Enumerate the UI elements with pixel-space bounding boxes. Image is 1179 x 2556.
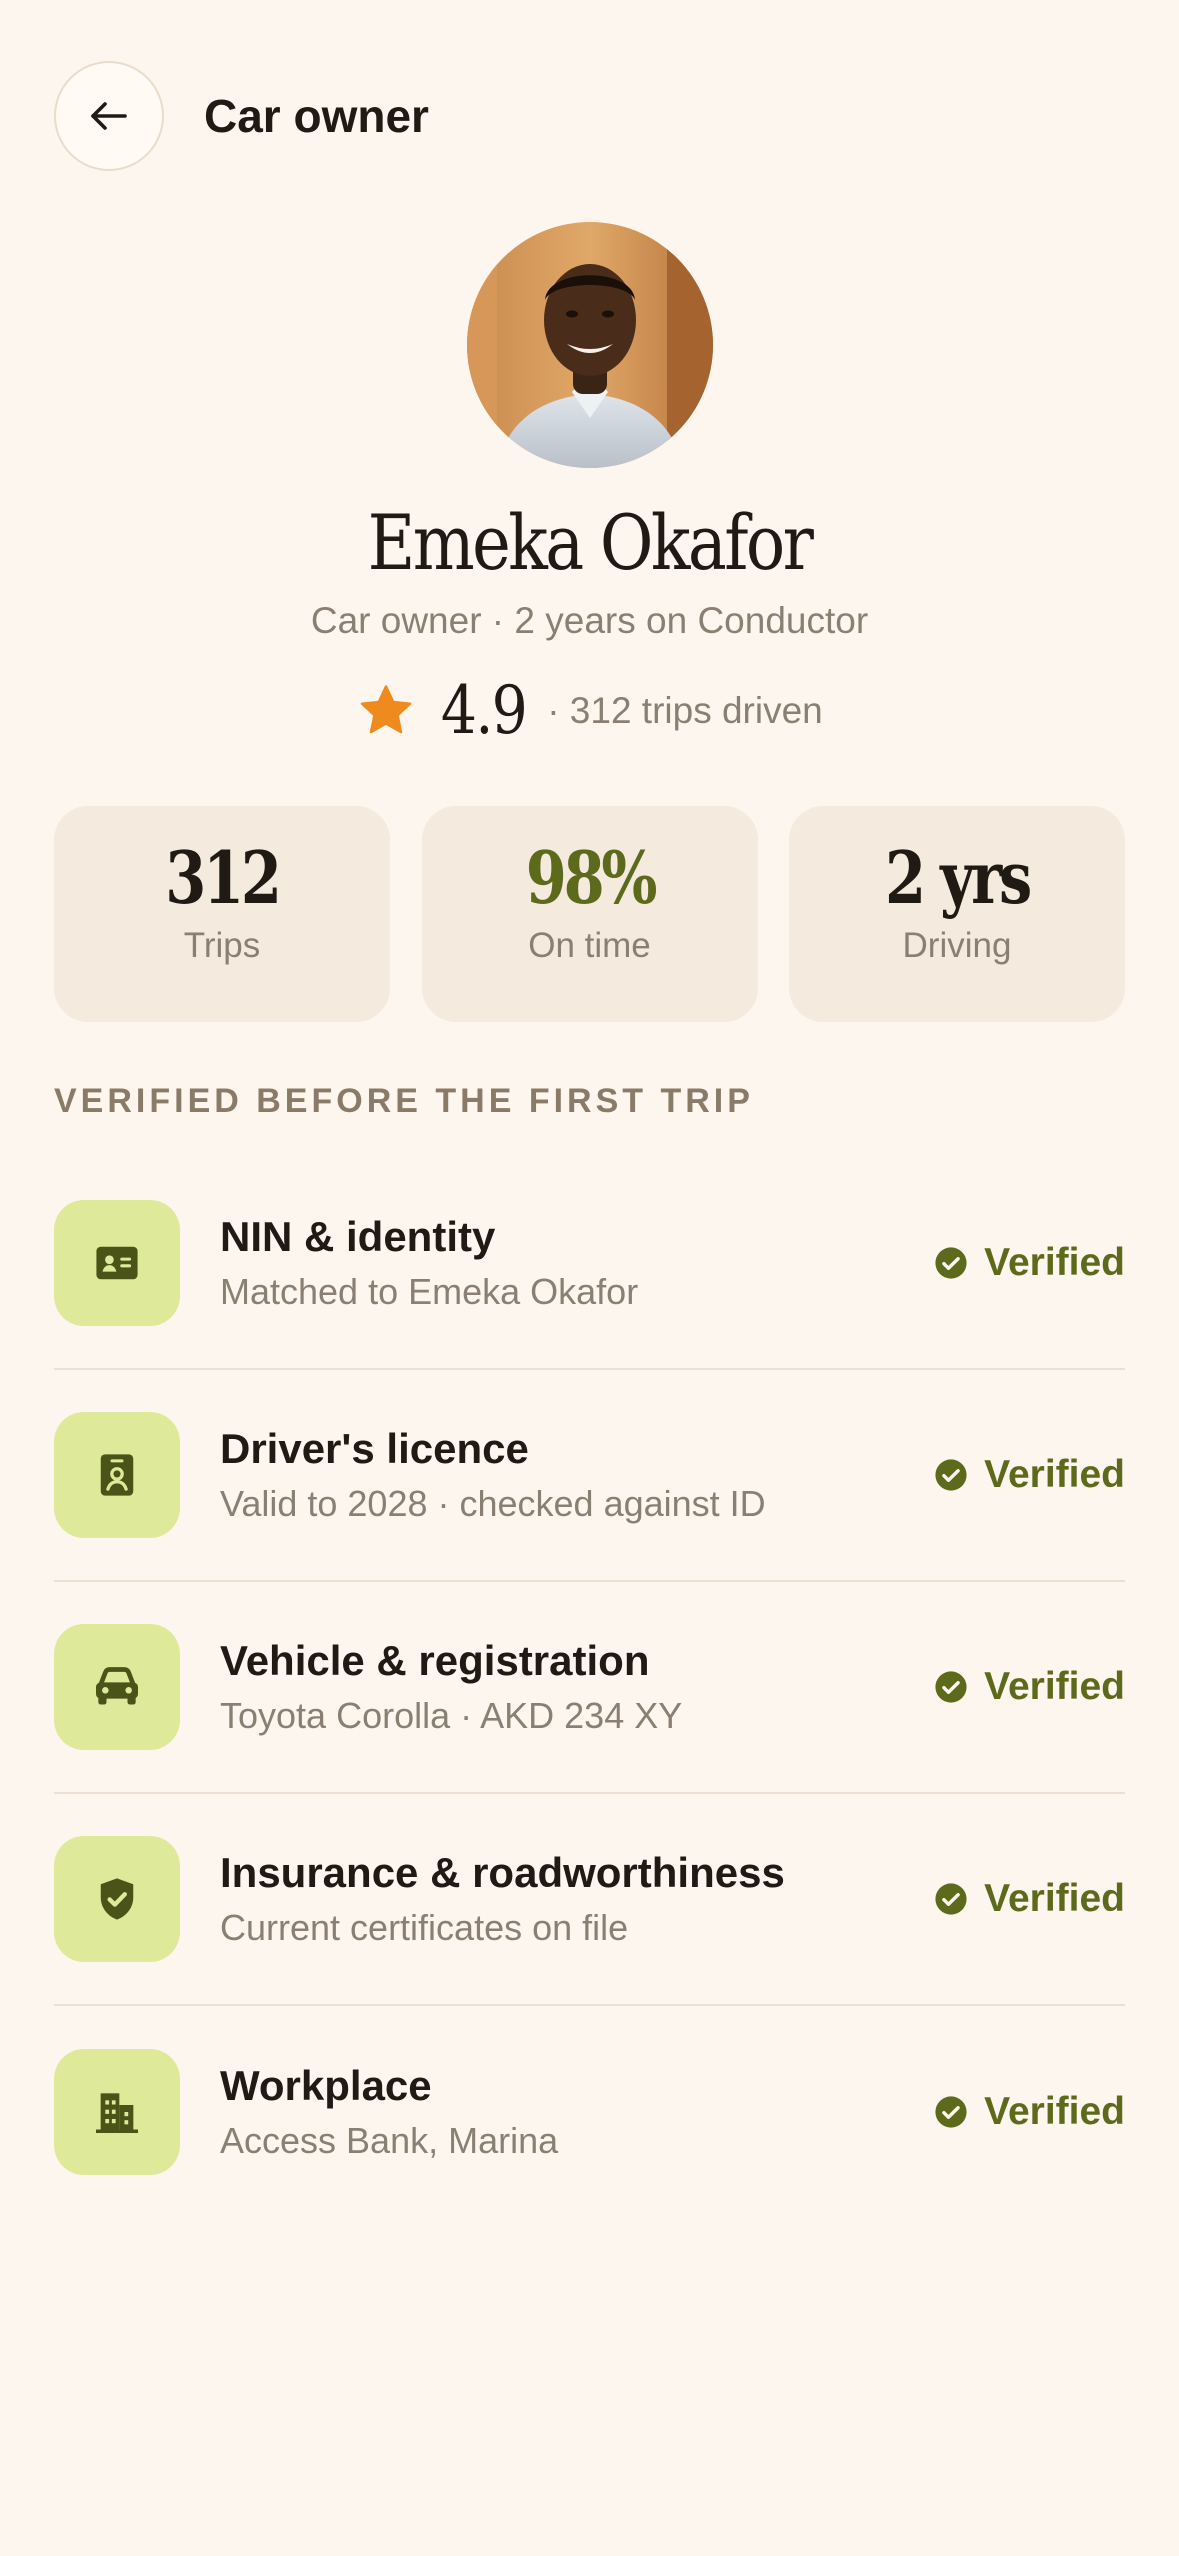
status-badge: Verified [934,1665,1125,1709]
icon-tile [54,1624,180,1750]
stat-card-driving: 2 yrs Driving [789,806,1125,1022]
rating-row: 4.9 · 312 trips driven [0,672,1179,749]
verification-text: Insurance & roadworthiness Current certi… [220,1849,934,1949]
page-title: Car owner [204,90,429,142]
star-icon [360,684,412,733]
verification-text: NIN & identity Matched to Emeka Okafor [220,1213,934,1313]
status-label: Verified [984,1877,1125,1920]
avatar [467,222,713,468]
stat-label: Trips [183,925,261,965]
rating-value: 4.9 [441,672,528,749]
verification-item-vehicle[interactable]: Vehicle & registration Toyota Corolla · … [54,1582,1125,1794]
verification-subtitle: Access Bank, Marina [220,2120,559,2161]
stat-value: 312 [165,835,282,920]
stat-value: 2 yrs [885,835,1032,920]
status-badge: Verified [934,1453,1125,1497]
building-icon [96,2093,138,2133]
verification-item-workplace[interactable]: Workplace Access Bank, Marina Verified [54,2006,1125,2218]
icon-tile [54,1412,180,1538]
profile-subtitle: Car owner · 2 years on Conductor [310,600,869,641]
status-label: Verified [984,1665,1125,1708]
check-circle-icon [935,1247,967,1279]
status-badge: Verified [934,1241,1125,1285]
icon-tile [54,1200,180,1326]
top-bar: Car owner [54,60,429,172]
arrow-left-icon [91,102,127,130]
check-circle-icon [935,1883,967,1915]
verification-title: Driver's licence [220,1425,529,1472]
stat-label: On time [528,925,651,965]
verification-text: Driver's licence Valid to 2028 · checked… [220,1425,934,1525]
verification-item-insurance[interactable]: Insurance & roadworthiness Current certi… [54,1794,1125,2006]
icon-tile [54,2049,180,2175]
status-label: Verified [984,2090,1125,2133]
status-label: Verified [984,1453,1125,1496]
shield-check-icon [100,1878,134,1920]
licence-badge-icon [100,1454,134,1496]
check-circle-icon [935,1671,967,1703]
verification-text: Workplace Access Bank, Marina [220,2062,934,2162]
back-button[interactable] [54,61,164,171]
verification-subtitle: Matched to Emeka Okafor [220,1271,639,1312]
stats-row: 312 Trips 98% On time 2 yrs Driving [54,806,1125,1022]
verification-title: Insurance & roadworthiness [220,1849,785,1896]
verification-title: Vehicle & registration [220,1637,650,1684]
section-title: VERIFIED BEFORE THE FIRST TRIP [54,1082,754,1120]
icon-tile [54,1836,180,1962]
status-badge: Verified [934,2090,1125,2134]
stat-value: 98% [525,835,657,920]
verification-title: NIN & identity [220,1213,496,1260]
id-card-icon [96,1246,138,1280]
check-circle-icon [935,1459,967,1491]
verification-subtitle: Toyota Corolla · AKD 234 XY [220,1695,683,1736]
stat-label: Driving [902,925,1012,965]
status-label: Verified [984,1241,1125,1284]
verification-list: NIN & identity Matched to Emeka Okafor V… [54,1158,1125,2218]
verification-item-identity[interactable]: NIN & identity Matched to Emeka Okafor V… [54,1158,1125,1370]
verification-title: Workplace [220,2062,432,2109]
verification-item-licence[interactable]: Driver's licence Valid to 2028 · checked… [54,1370,1125,1582]
stat-card-on-time: 98% On time [421,806,758,1022]
profile-name: Emeka Okafor [367,498,814,587]
check-circle-icon [935,2096,967,2128]
status-badge: Verified [934,1877,1125,1921]
rating-trips: · 312 trips driven [547,689,823,731]
verification-subtitle: Current certificates on file [220,1907,629,1948]
car-icon [96,1667,138,1705]
verification-subtitle: Valid to 2028 · checked against ID [220,1483,766,1524]
stat-card-trips: 312 Trips [54,806,390,1022]
verification-text: Vehicle & registration Toyota Corolla · … [220,1637,934,1737]
